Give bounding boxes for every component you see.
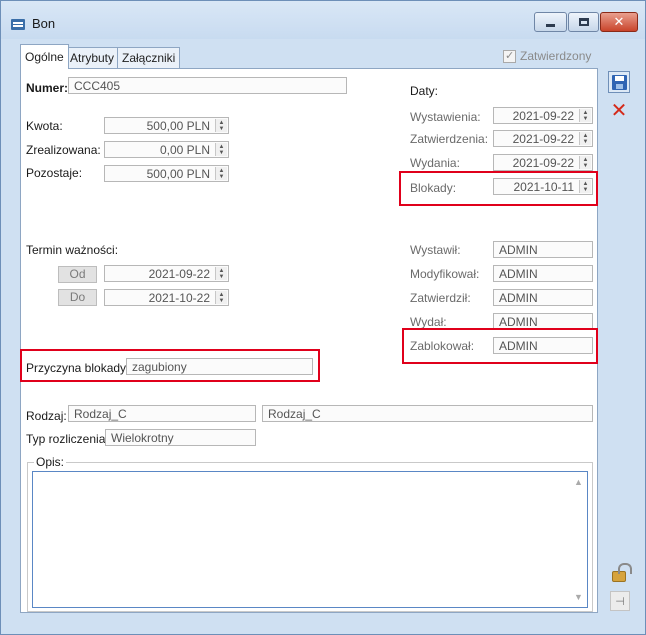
od-date-field[interactable]: 2021-09-22 ▲ ▼ (104, 265, 229, 282)
tab-label: Ogólne (25, 50, 64, 64)
window-title: Bon (32, 16, 56, 31)
wystawienia-label: Wystawienia: (410, 110, 481, 124)
od-date-value: 2021-09-22 (148, 267, 210, 281)
wydania-value: 2021-09-22 (512, 156, 574, 170)
wystawienia-value: 2021-09-22 (512, 109, 574, 123)
zrealizowana-value: 0,00 PLN (159, 143, 210, 157)
modyfikowal-label: Modyfikował: (410, 267, 480, 281)
checkmark-icon (503, 49, 516, 63)
zrealizowana-label: Zrealizowana: (26, 143, 101, 157)
maximize-button[interactable] (568, 12, 599, 32)
minimize-icon (546, 23, 555, 27)
wydania-label: Wydania: (410, 156, 460, 170)
zatwierdzil-field: ADMIN (493, 289, 593, 306)
scroll-down-icon[interactable]: ▼ (574, 592, 583, 602)
wydal-label: Wydał: (410, 315, 447, 329)
maximize-icon (578, 18, 589, 26)
app-icon (11, 19, 25, 30)
do-date-field[interactable]: 2021-10-22 ▲ ▼ (104, 289, 229, 306)
cancel-button[interactable]: ✕ (608, 100, 630, 122)
spinner-icon[interactable]: ▲ ▼ (215, 267, 227, 280)
cancel-icon: ✕ (610, 100, 628, 122)
zatwierdzenia-field[interactable]: 2021-09-22 ▲ ▼ (493, 130, 593, 147)
spinner-icon[interactable]: ▲ ▼ (215, 167, 227, 180)
typ-rozliczenia-label: Typ rozliczenia: (26, 432, 109, 446)
lock-button[interactable] (608, 561, 632, 583)
spinner-icon[interactable]: ▲ ▼ (579, 180, 591, 193)
do-button[interactable]: Do (58, 289, 97, 306)
zrealizowana-field[interactable]: 0,00 PLN ▲ ▼ (104, 141, 229, 158)
spinner-icon[interactable]: ▲ ▼ (579, 109, 591, 122)
spinner-icon[interactable]: ▲ ▼ (215, 291, 227, 304)
zatwierdzenia-label: Zatwierdzenia: (410, 132, 489, 146)
przyczyna-label: Przyczyna blokady: (26, 361, 130, 375)
zablokowal-label: Zablokował: (410, 339, 475, 353)
spinner-icon[interactable]: ▲ ▼ (579, 156, 591, 169)
kwota-field[interactable]: 500,00 PLN ▲ ▼ (104, 117, 229, 134)
do-date-value: 2021-10-22 (148, 291, 210, 305)
wydania-field[interactable]: 2021-09-22 ▲ ▼ (493, 154, 593, 171)
kwota-label: Kwota: (26, 119, 63, 133)
typ-rozliczenia-field[interactable]: Wielokrotny (105, 429, 256, 446)
zablokowal-field: ADMIN (493, 337, 593, 354)
tab-label: Załączniki (122, 51, 176, 65)
pozostaje-label: Pozostaje: (26, 166, 83, 180)
przyczyna-field[interactable]: zagubiony (126, 358, 313, 375)
spinner-icon[interactable]: ▲ ▼ (215, 143, 227, 156)
wystawil-label: Wystawił: (410, 243, 461, 257)
zatwierdzenia-value: 2021-09-22 (512, 132, 574, 146)
spinner-icon[interactable]: ▲ ▼ (579, 132, 591, 145)
tab-label: Atrybuty (70, 51, 115, 65)
opis-scrollbar[interactable]: ▲ ▼ (570, 472, 587, 607)
blokady-label: Blokady: (410, 181, 457, 195)
minimize-button[interactable] (534, 12, 567, 32)
save-button[interactable] (608, 71, 630, 93)
termin-label: Termin ważności: (26, 243, 119, 257)
zatwierdzony-checkbox[interactable]: Zatwierdzony (503, 49, 591, 63)
lock-icon (612, 562, 632, 582)
rodzaj-name-field: Rodzaj_C (262, 405, 593, 422)
wystawienia-field[interactable]: 2021-09-22 ▲ ▼ (493, 107, 593, 124)
tab-atrybuty[interactable]: Atrybuty (65, 47, 120, 68)
tab-zalaczniki[interactable]: Załączniki (117, 47, 181, 68)
pin-button[interactable]: ⊣ (610, 591, 630, 611)
scroll-up-icon[interactable]: ▲ (574, 477, 583, 487)
rodzaj-field[interactable]: Rodzaj_C (68, 405, 256, 422)
od-button[interactable]: Od (58, 266, 97, 283)
save-icon (611, 74, 627, 90)
zatwierdzony-label: Zatwierdzony (520, 49, 592, 63)
wystawil-field: ADMIN (493, 241, 593, 258)
modyfikowal-field: ADMIN (493, 265, 593, 282)
kwota-value: 500,00 PLN (146, 119, 210, 133)
zatwierdzil-label: Zatwierdził: (410, 291, 471, 305)
window: Bon ✕ Ogólne Atrybuty Załączniki Zatwier… (0, 0, 646, 635)
pin-icon: ⊣ (615, 595, 625, 608)
opis-label: Opis: (34, 455, 67, 469)
blokady-field[interactable]: 2021-10-11 ▲ ▼ (493, 178, 593, 195)
tab-ogolne[interactable]: Ogólne (20, 44, 69, 69)
numer-label: Numer: (26, 81, 69, 95)
numer-field[interactable]: CCC405 (68, 77, 347, 94)
daty-label: Daty: (410, 84, 439, 98)
rodzaj-label: Rodzaj: (26, 409, 67, 423)
blokady-value: 2021-10-11 (513, 180, 575, 194)
spinner-icon[interactable]: ▲ ▼ (215, 119, 227, 132)
opis-textarea[interactable]: ▲ ▼ (32, 471, 588, 608)
pozostaje-field[interactable]: 500,00 PLN ▲ ▼ (104, 165, 229, 182)
close-icon: ✕ (613, 14, 625, 29)
close-button[interactable]: ✕ (600, 12, 638, 32)
title-bar: Bon ✕ (1, 1, 645, 39)
pozostaje-value: 500,00 PLN (146, 167, 210, 181)
